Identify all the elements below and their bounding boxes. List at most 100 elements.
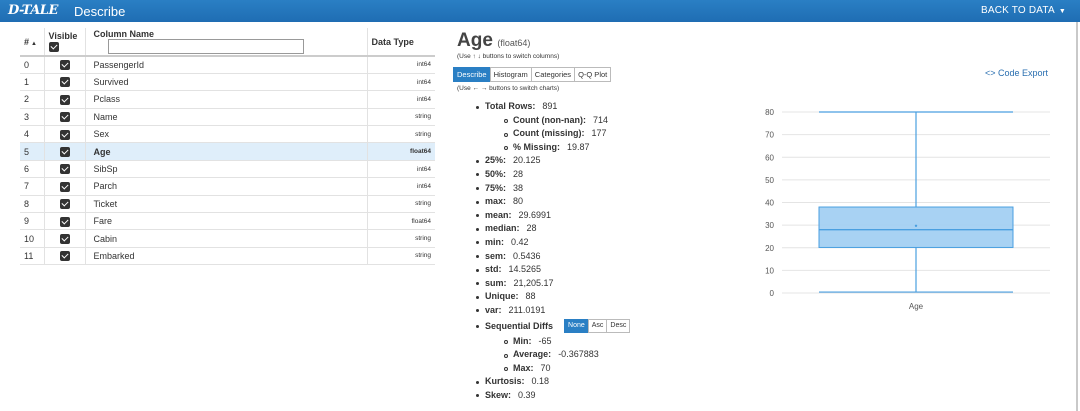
- table-row[interactable]: 3 Name string: [20, 108, 435, 127]
- stat-label: 75%:: [485, 182, 507, 193]
- stat-skew: Skew: 0.39: [474, 389, 629, 403]
- row-column-name: Survived: [85, 73, 368, 92]
- back-to-data-button[interactable]: BACK TO DATA ▼: [981, 5, 1066, 16]
- visible-checkbox[interactable]: [59, 146, 70, 157]
- row-visible-cell: [44, 73, 86, 92]
- y-tick-label: 60: [765, 153, 774, 162]
- table-row[interactable]: 5 Age float64: [20, 142, 435, 161]
- table-row[interactable]: 11 Embarked string: [20, 247, 435, 266]
- row-data-type: float64: [367, 212, 435, 231]
- top-bar: D-TALE Describe BACK TO DATA ▼: [0, 0, 1080, 22]
- row-column-name: Name: [85, 108, 368, 127]
- table-row[interactable]: 9 Fare float64: [20, 212, 435, 231]
- table-row[interactable]: 0 PassengerId int64: [20, 56, 435, 74]
- stat-sum: sum: 21,205.17: [474, 277, 629, 291]
- column-title: Age: [457, 30, 493, 51]
- table-header: # ▲ Visible Column Name Data Type: [20, 28, 435, 57]
- table-row[interactable]: 1 Survived int64: [20, 73, 435, 92]
- visible-checkbox[interactable]: [59, 94, 70, 105]
- chart-switch-hint: (Use ← → buttons to switch charts): [457, 85, 560, 92]
- back-to-data-label: BACK TO DATA: [980, 5, 1055, 16]
- stat-value: 0.18: [531, 376, 550, 387]
- visible-checkbox[interactable]: [59, 233, 70, 244]
- visible-checkbox[interactable]: [59, 251, 70, 262]
- y-tick-label: 50: [765, 176, 774, 185]
- column-detail-header: Age (float64) (Use ↑ ↓ buttons to switch…: [457, 30, 559, 60]
- seq-desc-button[interactable]: Desc: [606, 319, 631, 334]
- row-column-name: Sex: [85, 125, 368, 144]
- stat-value: 28: [513, 168, 524, 179]
- row-visible-cell: [44, 125, 86, 144]
- stat-value: 714: [592, 114, 609, 125]
- row-visible-cell: [44, 142, 86, 161]
- visible-checkbox[interactable]: [59, 199, 70, 210]
- row-data-type: string: [367, 108, 435, 127]
- stat-unique: Unique: 88: [474, 290, 629, 304]
- row-index: 0: [20, 56, 45, 74]
- visible-checkbox[interactable]: [59, 129, 70, 140]
- row-visible-cell: [44, 212, 86, 231]
- tab-categories[interactable]: Categories: [530, 67, 576, 82]
- tab-describe[interactable]: Describe: [453, 67, 491, 82]
- stat-min: min: 0.42: [474, 236, 629, 250]
- seq-none-button[interactable]: None: [564, 319, 589, 334]
- stat-label: var:: [485, 304, 502, 315]
- stat-label: Kurtosis:: [485, 376, 525, 387]
- column-name-header-label: Column Name: [93, 29, 155, 39]
- visible-checkbox[interactable]: [59, 164, 70, 175]
- visible-checkbox[interactable]: [59, 60, 70, 71]
- column-filter-input[interactable]: [107, 39, 304, 54]
- stat-value: 70: [540, 362, 551, 373]
- visible-checkbox[interactable]: [59, 112, 70, 123]
- stat-label: sum:: [485, 277, 507, 288]
- stat-label: Skew:: [485, 389, 512, 400]
- table-row[interactable]: 8 Ticket string: [20, 195, 435, 214]
- visible-checkbox[interactable]: [59, 77, 70, 88]
- row-index: 6: [20, 160, 45, 179]
- tab-histogram[interactable]: Histogram: [489, 67, 532, 82]
- row-column-name: Cabin: [85, 229, 368, 248]
- select-all-checkbox[interactable]: [48, 41, 59, 52]
- table-row[interactable]: 4 Sex string: [20, 125, 435, 144]
- row-column-name: PassengerId: [85, 56, 368, 74]
- visible-checkbox[interactable]: [59, 216, 70, 227]
- stat-p75: 75%: 38: [474, 182, 629, 196]
- row-data-type: int64: [367, 73, 435, 92]
- row-visible-cell: [44, 160, 86, 179]
- stat-label: Max:: [513, 362, 534, 373]
- seq-asc-button[interactable]: Asc: [587, 319, 608, 334]
- row-data-type: int64: [367, 90, 435, 109]
- stat-missing: Count (missing): 177: [502, 127, 629, 141]
- table-row[interactable]: 7 Parch int64: [20, 177, 435, 196]
- chart-tabs: Describe Histogram Categories Q-Q Plot: [453, 67, 612, 82]
- stat-label: % Missing:: [513, 141, 561, 152]
- stat-sequential-diffs: Sequential Diffs None Asc Desc: [474, 318, 631, 335]
- row-index: 8: [20, 195, 45, 214]
- stat-label: median:: [485, 223, 520, 234]
- table-row[interactable]: 6 SibSp int64: [20, 160, 435, 179]
- seq-diff-toggle: None Asc Desc: [564, 319, 631, 334]
- stat-value: 38: [513, 182, 524, 193]
- stat-seq-average: Average: -0.367883: [502, 348, 629, 362]
- data-type-header: Data Type: [367, 28, 435, 57]
- row-column-name: Parch: [85, 177, 368, 196]
- columns-table: # ▲ Visible Column Name Data Type 0 Passen…: [20, 28, 435, 266]
- stat-label: min:: [485, 236, 504, 247]
- stat-value: 80: [513, 196, 524, 207]
- code-export-link[interactable]: <> Code Export: [985, 68, 1048, 78]
- table-row[interactable]: 2 Pclass int64: [20, 90, 435, 109]
- row-data-type: int64: [367, 160, 435, 179]
- stat-value: 19.87: [567, 141, 590, 152]
- index-header[interactable]: # ▲: [20, 28, 45, 57]
- stat-value: 0.42: [511, 236, 529, 247]
- row-index: 2: [20, 90, 45, 109]
- stat-label: 50%:: [485, 168, 507, 179]
- row-column-name: Pclass: [85, 90, 368, 109]
- column-name-header: Column Name: [85, 28, 368, 57]
- table-row[interactable]: 10 Cabin string: [20, 229, 435, 248]
- row-data-type: string: [367, 195, 435, 214]
- visible-checkbox[interactable]: [59, 181, 70, 192]
- stat-label: Count (missing):: [513, 128, 585, 139]
- tab-qq-plot[interactable]: Q-Q Plot: [574, 67, 612, 82]
- stat-kurtosis: Kurtosis: 0.18: [474, 375, 629, 389]
